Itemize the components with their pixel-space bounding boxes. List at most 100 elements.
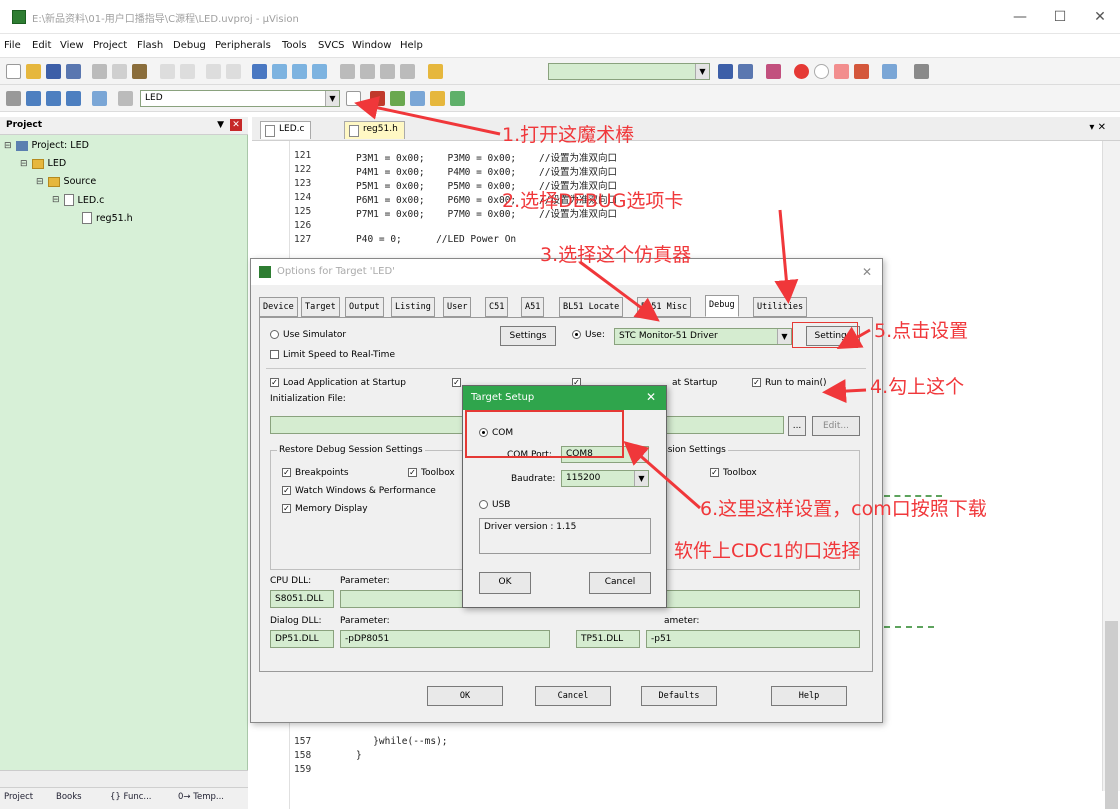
menu-edit[interactable]: Edit <box>32 40 51 51</box>
chevron-down-icon[interactable]: ▼ <box>695 64 709 79</box>
tab-bl51-misc[interactable]: BL51 Misc <box>637 297 692 317</box>
checkbox[interactable]: ✓ <box>282 468 291 477</box>
maximize-button[interactable]: ☐ <box>1040 6 1080 28</box>
rte-icon[interactable] <box>450 91 465 106</box>
target-combo[interactable]: LED ▼ <box>140 90 340 107</box>
help-button[interactable]: Help <box>771 686 847 706</box>
checkbox[interactable]: ✓ <box>282 504 291 513</box>
tree-item-led-c[interactable]: ⊟ LED.c <box>52 194 104 206</box>
bookmark-next-icon[interactable] <box>292 64 307 79</box>
tree-item-project[interactable]: ⊟ Project: LED <box>4 140 89 151</box>
bookmark-prev-icon[interactable] <box>272 64 287 79</box>
bookmark-clear-icon[interactable] <box>312 64 327 79</box>
chevron-down-icon[interactable]: ▼ <box>325 91 339 106</box>
new-file-icon[interactable] <box>6 64 21 79</box>
menu-tools[interactable]: Tools <box>282 40 307 51</box>
redo-icon[interactable] <box>180 64 195 79</box>
tab-output[interactable]: Output <box>345 297 384 317</box>
collapse-icon[interactable]: ⊟ <box>52 195 60 205</box>
find-in-files-icon[interactable] <box>428 64 443 79</box>
run-to-main-checkbox[interactable]: ✓ Run to main() <box>752 378 827 388</box>
debug-driver-select[interactable]: STC Monitor-51 Driver ▼ <box>614 328 792 345</box>
tab-debug[interactable]: Debug <box>705 295 739 317</box>
bookmark-icon[interactable] <box>252 64 267 79</box>
checkbox[interactable] <box>270 350 279 359</box>
menu-debug[interactable]: Debug <box>173 40 206 51</box>
save-icon[interactable] <box>46 64 61 79</box>
breakpoint-all-icon[interactable] <box>854 64 869 79</box>
copy-icon[interactable] <box>112 64 127 79</box>
radio[interactable] <box>479 500 488 509</box>
rebuild-icon[interactable] <box>46 91 61 106</box>
minimize-button[interactable]: — <box>1000 6 1040 28</box>
menu-project[interactable]: Project <box>93 40 127 51</box>
manage-components-icon[interactable] <box>390 91 405 106</box>
find-combo[interactable]: ▼ <box>548 63 710 80</box>
checkbox[interactable]: ✓ <box>270 378 279 387</box>
collapse-icon[interactable]: ⊟ <box>36 177 44 187</box>
tab-project[interactable]: Project <box>4 792 33 802</box>
tab-templates[interactable]: 0→ Temp... <box>178 792 224 802</box>
close-dialog-button[interactable]: ✕ <box>862 265 872 279</box>
tab-functions[interactable]: {} Func... <box>110 792 152 802</box>
nav-forward-icon[interactable] <box>226 64 241 79</box>
menu-peripherals[interactable]: Peripherals <box>215 40 271 51</box>
tab-listing[interactable]: Listing <box>391 297 435 317</box>
pin-icon[interactable]: ▼ <box>217 120 224 130</box>
collapse-icon[interactable]: ⊟ <box>20 159 28 169</box>
save-all-icon[interactable] <box>66 64 81 79</box>
breakpoint-icon[interactable] <box>794 64 809 79</box>
load-app-checkbox[interactable]: ✓ Load Application at Startup <box>270 378 406 388</box>
close-dialog-button[interactable]: ✕ <box>646 390 656 404</box>
collapse-icon[interactable]: ⊟ <box>4 141 12 151</box>
translate-icon[interactable] <box>6 91 21 106</box>
file-extensions-icon[interactable] <box>370 91 385 106</box>
tab-target[interactable]: Target <box>301 297 340 317</box>
edit-button[interactable]: Edit... <box>812 416 860 436</box>
radio[interactable] <box>572 330 581 339</box>
ok-button[interactable]: OK <box>427 686 503 706</box>
tree-item-reg51-h[interactable]: reg51.h <box>82 212 133 224</box>
batch-build-icon[interactable] <box>92 91 107 106</box>
chevron-down-icon[interactable]: ▼ <box>634 447 648 462</box>
checkbox[interactable]: ✓ <box>282 486 291 495</box>
memory-display-checkbox[interactable]: ✓ Memory Display <box>282 504 368 514</box>
use-driver-radio[interactable]: Use: <box>572 330 605 340</box>
tab-a51[interactable]: A51 <box>521 297 545 317</box>
close-panel-icon[interactable]: ✕ <box>230 119 242 131</box>
cut-icon[interactable] <box>92 64 107 79</box>
menu-file[interactable]: File <box>4 40 21 51</box>
tree-item-source-group[interactable]: ⊟ Source <box>36 176 96 187</box>
browse-button[interactable]: ... <box>788 416 806 436</box>
menu-flash[interactable]: Flash <box>137 40 163 51</box>
baudrate-select[interactable]: 115200 ▼ <box>561 470 649 487</box>
find-icon[interactable] <box>718 64 733 79</box>
editor-tab-reg51-h[interactable]: reg51.h <box>344 121 405 139</box>
checkbox[interactable]: ✓ <box>408 468 417 477</box>
defaults-button[interactable]: Defaults <box>641 686 717 706</box>
cpu-parameter-right-input[interactable] <box>660 590 860 608</box>
incremental-find-icon[interactable] <box>738 64 753 79</box>
select-packs-icon[interactable] <box>410 91 425 106</box>
tab-books[interactable]: Books <box>56 792 82 802</box>
close-window-button[interactable]: ✕ <box>1080 6 1120 28</box>
tab-list-icon[interactable]: ▾ ✕ <box>1089 122 1106 133</box>
tab-c51[interactable]: C51 <box>485 297 509 317</box>
menu-window[interactable]: Window <box>352 40 391 51</box>
use-simulator-radio[interactable]: Use Simulator <box>270 330 346 340</box>
init-file-input[interactable] <box>270 416 470 434</box>
target-setup-cancel-button[interactable]: Cancel <box>589 572 651 594</box>
chevron-down-icon[interactable]: ▼ <box>634 471 648 486</box>
dialog-parameter-right-input[interactable]: -p51 <box>646 630 860 648</box>
cancel-button[interactable]: Cancel <box>535 686 611 706</box>
toolbox-right-checkbox[interactable]: ✓ Toolbox <box>710 468 757 478</box>
download-icon[interactable] <box>66 91 81 106</box>
menu-svcs[interactable]: SVCS <box>318 40 345 51</box>
comment-icon[interactable] <box>380 64 395 79</box>
breakpoints-checkbox[interactable]: ✓ Breakpoints <box>282 468 349 478</box>
tab-utilities[interactable]: Utilities <box>753 297 808 317</box>
editor-vertical-scrollbar[interactable] <box>1102 141 1120 809</box>
unindent-icon[interactable] <box>360 64 375 79</box>
configure-icon[interactable] <box>914 64 929 79</box>
tab-user[interactable]: User <box>443 297 472 317</box>
